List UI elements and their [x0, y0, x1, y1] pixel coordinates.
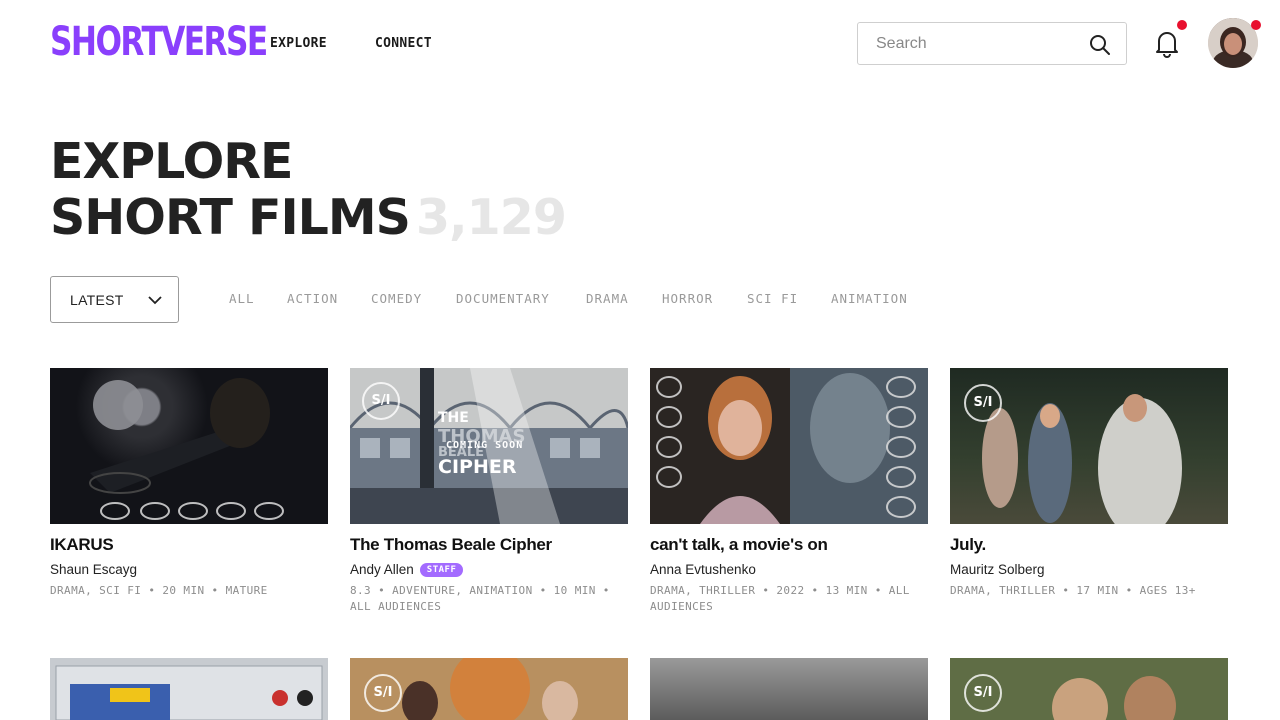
film-title[interactable]: The Thomas Beale Cipher [350, 535, 552, 555]
page-title-line1: EXPLORE [50, 133, 293, 190]
film-author[interactable]: Anna Evtushenko [650, 562, 756, 577]
studio-logo: S/I [964, 674, 1002, 712]
film-meta: DRAMA, SCI FI • 20 MIN • MATURE [50, 584, 268, 597]
film-thumbnail[interactable] [50, 658, 328, 720]
genre-filter-drama[interactable]: DRAMA [586, 291, 629, 306]
genre-filter-action[interactable]: ACTION [287, 291, 338, 306]
film-card[interactable] [50, 658, 328, 720]
chevron-down-icon [148, 296, 162, 305]
shortverse-logo[interactable]: SHORTVERSE [50, 18, 268, 66]
film-meta: 8.3 • ADVENTURE, ANIMATION • 10 MIN • AL… [350, 584, 610, 613]
film-thumbnail[interactable]: S/I [950, 368, 1228, 524]
search-bar [857, 22, 1127, 65]
film-thumbnail[interactable] [50, 368, 328, 524]
film-title[interactable]: IKARUS [50, 535, 114, 555]
film-title[interactable]: can't talk, a movie's on [650, 535, 828, 555]
genre-filter-animation[interactable]: ANIMATION [831, 291, 908, 306]
film-meta: DRAMA, THRILLER • 17 MIN • AGES 13+ [950, 584, 1196, 597]
sort-selected-label: LATEST [70, 292, 124, 308]
film-thumbnail[interactable]: S/I [350, 658, 628, 720]
genre-filter-comedy[interactable]: COMEDY [371, 291, 422, 306]
film-author-name[interactable]: Andy Allen [350, 562, 414, 577]
notification-dot [1177, 20, 1187, 30]
nav-explore[interactable]: EXPLORE [270, 36, 327, 51]
notification-bell-icon[interactable] [1150, 26, 1184, 60]
film-author[interactable]: Mauritz Solberg [950, 562, 1045, 577]
sort-dropdown[interactable]: LATEST [50, 276, 179, 323]
film-card[interactable]: S/I [350, 658, 628, 720]
film-card[interactable]: S/I [950, 658, 1228, 720]
studio-logo: S/I [364, 674, 402, 712]
genre-filter-documentary[interactable]: DOCUMENTARY [456, 291, 550, 306]
nav-connect[interactable]: CONNECT [375, 36, 432, 51]
film-thumbnail[interactable]: S/I THE THOMAS BEALE CIPHER COMING SOON [350, 368, 628, 524]
genre-filter-horror[interactable]: HORROR [662, 291, 713, 306]
avatar-status-dot [1251, 20, 1261, 30]
search-input[interactable] [876, 33, 1076, 55]
film-card[interactable] [650, 658, 928, 720]
film-thumbnail[interactable] [650, 658, 928, 720]
studio-logo: S/I [362, 382, 400, 420]
genre-filter-all[interactable]: ALL [229, 291, 255, 306]
film-thumbnail[interactable] [650, 368, 928, 524]
search-icon[interactable] [1088, 33, 1112, 57]
genre-filter-sci-fi[interactable]: SCI FI [747, 291, 798, 306]
staff-badge: STAFF [419, 563, 464, 577]
film-thumbnail[interactable]: S/I [950, 658, 1228, 720]
film-title[interactable]: July. [950, 535, 986, 555]
coming-soon-label: COMING SOON [446, 440, 524, 451]
thumb-title-1: THE [438, 410, 469, 426]
page-title-line2: SHORT FILMS 3,129 [50, 189, 567, 246]
film-count: 3,129 [415, 189, 567, 246]
film-author[interactable]: Shaun Escayg [50, 562, 137, 577]
film-author: Andy Allen STAFF [350, 562, 464, 577]
thumb-title-4: CIPHER [438, 456, 517, 478]
studio-logo: S/I [964, 384, 1002, 422]
film-meta: DRAMA, THRILLER • 2022 • 13 MIN • ALL AU… [650, 584, 910, 613]
page-title-text: SHORT FILMS [50, 189, 411, 246]
